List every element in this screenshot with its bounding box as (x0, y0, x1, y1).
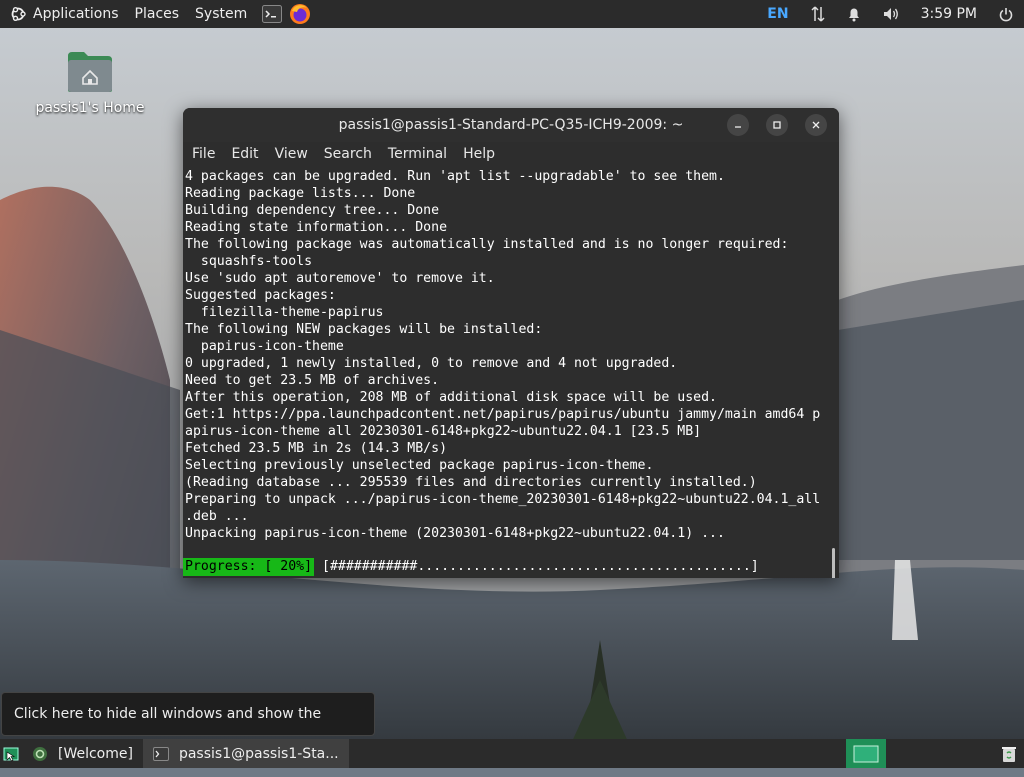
terminal-line: 0 upgraded, 1 newly installed, 0 to remo… (185, 356, 678, 371)
terminal-launcher-icon[interactable] (261, 3, 283, 25)
terminal-line: Fetched 23.5 MB in 2s (14.3 MB/s) (185, 441, 448, 456)
terminal-line: After this operation, 208 MB of addition… (185, 390, 717, 405)
terminal-line: Reading package lists... Done (185, 186, 416, 201)
terminal-line: papirus-icon-theme (185, 339, 344, 354)
terminal-line: Reading state information... Done (185, 220, 448, 235)
terminal-line: Use 'sudo apt autoremove' to remove it. (185, 271, 495, 286)
terminal-line: Preparing to unpack .../papirus-icon-the… (185, 492, 821, 507)
terminal-line: The following NEW packages will be insta… (185, 322, 543, 337)
terminal-line: filezilla-theme-papirus (185, 305, 384, 320)
terminal-line: apirus-icon-theme all 20230301-6148+pkg2… (185, 424, 702, 439)
volume-icon[interactable] (883, 7, 899, 21)
terminal-line: Selecting previously unselected package … (185, 458, 654, 473)
taskbar-item-welcome[interactable]: [Welcome] (22, 739, 143, 768)
terminal-menubar: File Edit View Search Terminal Help (183, 142, 839, 166)
terminal-titlebar[interactable]: passis1@passis1-Standard-PC-Q35-ICH9-200… (183, 108, 839, 142)
firefox-launcher-icon[interactable] (289, 3, 311, 25)
progress-label: Progress: [ 20%] (183, 558, 315, 576)
terminal-line: Get:1 https://ppa.launchpadcontent.net/p… (185, 407, 821, 422)
progress-bar-text: [###########............................… (322, 559, 759, 574)
bottom-panel: [Welcome] passis1@passis1-Sta... (0, 739, 1024, 768)
window-title: passis1@passis1-Standard-PC-Q35-ICH9-200… (338, 117, 684, 133)
clock[interactable]: 3:59 PM (921, 6, 977, 22)
notification-bell-icon[interactable] (847, 6, 861, 22)
close-icon (812, 121, 820, 129)
show-desktop-button[interactable] (0, 739, 22, 768)
menu-terminal[interactable]: Terminal (380, 146, 455, 162)
terminal-app-icon (152, 746, 169, 761)
terminal-line: Building dependency tree... Done (185, 203, 440, 218)
applications-menu-label: Applications (33, 6, 119, 22)
menu-edit[interactable]: Edit (223, 146, 266, 162)
home-folder-desktop-icon[interactable]: passis1's Home (30, 50, 150, 116)
workspace-icon (853, 745, 879, 762)
terminal-line: The following package was automatically … (185, 237, 789, 252)
taskbar-item-terminal[interactable]: passis1@passis1-Sta... (142, 739, 349, 768)
top-panel: Applications Places System EN 3:59 PM (0, 0, 1024, 28)
system-menu[interactable]: System (187, 0, 255, 28)
close-button[interactable] (805, 114, 827, 136)
menu-file[interactable]: File (184, 146, 223, 162)
network-icon[interactable] (811, 6, 825, 22)
terminal-window[interactable]: passis1@passis1-Standard-PC-Q35-ICH9-200… (183, 108, 839, 578)
maximize-button[interactable] (766, 114, 788, 136)
power-icon[interactable] (999, 7, 1013, 22)
places-menu[interactable]: Places (127, 0, 188, 28)
trash-button[interactable] (996, 739, 1022, 768)
workspace-switcher[interactable] (846, 739, 886, 768)
terminal-line: (Reading database ... 295539 files and d… (185, 475, 757, 490)
show-desktop-tooltip: Click here to hide all windows and show … (1, 692, 375, 764)
menu-view[interactable]: View (267, 146, 316, 162)
home-folder-icon (68, 52, 112, 92)
apt-progress-line: Progress: [ 20%] [###########...........… (183, 558, 759, 576)
terminal-line: Need to get 23.5 MB of archives. (185, 373, 440, 388)
ubuntu-logo-icon (11, 7, 26, 22)
terminal-text: 4 packages can be upgraded. Run 'apt lis… (183, 168, 839, 559)
terminal-line: Unpacking papirus-icon-theme (20230301-6… (185, 526, 725, 541)
taskbar-item-label: [Welcome] (58, 745, 133, 762)
taskbar-item-label: passis1@passis1-Sta... (178, 745, 339, 762)
minimize-icon (735, 126, 741, 128)
menu-help[interactable]: Help (455, 146, 503, 162)
welcome-app-icon (32, 746, 48, 762)
menu-search[interactable]: Search (316, 146, 380, 162)
terminal-line: .deb ... (185, 509, 249, 524)
terminal-output[interactable]: 4 packages can be upgraded. Run 'apt lis… (183, 168, 839, 578)
keyboard-layout-indicator[interactable]: EN (767, 6, 788, 22)
terminal-line: squashfs-tools (185, 254, 313, 269)
terminal-scrollbar[interactable] (832, 548, 835, 578)
minimize-button[interactable] (727, 114, 749, 136)
show-desktop-icon (3, 747, 19, 761)
terminal-line: Suggested packages: (185, 288, 336, 303)
home-folder-label: passis1's Home (35, 100, 145, 116)
terminal-line: 4 packages can be upgraded. Run 'apt lis… (185, 169, 725, 184)
trash-icon (1002, 746, 1016, 762)
maximize-icon (773, 121, 781, 129)
applications-menu[interactable]: Applications (0, 0, 127, 28)
